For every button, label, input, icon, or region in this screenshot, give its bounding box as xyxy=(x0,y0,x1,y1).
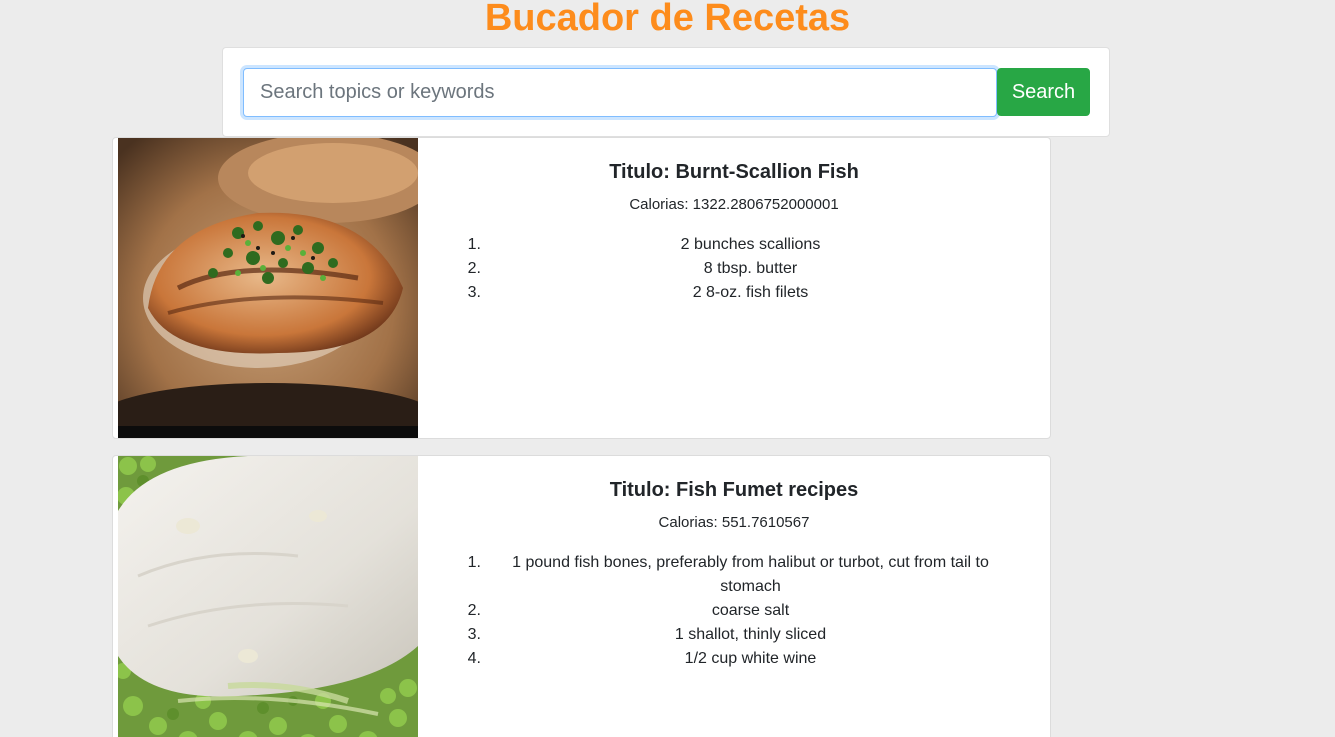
ingredient-item: 1. 2 bunches scallions xyxy=(463,233,1018,257)
ingredient-list: 1. 2 bunches scallions 2. 8 tbsp. butter 3… xyxy=(418,233,1018,305)
search-button[interactable]: Search xyxy=(997,68,1090,116)
ingredient-list: 1. 1 pound fish bones, preferably from ha… xyxy=(418,551,1018,671)
recipe-body: Titulo: Fish Fumet recipes Calorias: 551… xyxy=(418,456,1050,737)
ingredient-text: coarse salt xyxy=(711,602,790,619)
ingredient-number: 2. xyxy=(467,260,481,277)
ingredient-item: 3. 1 shallot, thinly sliced xyxy=(463,623,1018,647)
ingredient-text: 2 bunches scallions xyxy=(680,236,821,253)
ingredient-number: 2. xyxy=(467,602,481,619)
ingredient-text: 1/2 cup white wine xyxy=(684,650,817,667)
page-title: Bucador de Recetas xyxy=(484,0,851,39)
ingredient-text: 1 pound fish bones, preferably from hali… xyxy=(512,554,989,595)
ingredient-number: 3. xyxy=(467,284,481,301)
ingredient-text: 2 8-oz. fish filets xyxy=(692,284,809,301)
ingredient-number: 3. xyxy=(467,626,481,643)
ingredient-text: 1 shallot, thinly sliced xyxy=(674,626,827,643)
ingredient-item: 1. 1 pound fish bones, preferably from ha… xyxy=(463,551,1018,599)
ingredient-text: 8 tbsp. butter xyxy=(703,260,798,277)
ingredient-number: 4. xyxy=(467,650,481,667)
ingredient-number: 1. xyxy=(467,554,481,571)
recipe-image-fish-fumet xyxy=(118,456,418,737)
search-input[interactable] xyxy=(243,68,997,117)
ingredient-number: 1. xyxy=(467,236,481,253)
ingredient-item: 2. 8 tbsp. butter xyxy=(463,257,1018,281)
recipe-title: Titulo: Fish Fumet recipes xyxy=(609,479,859,501)
recipe-calories: Calorias: 1322.2806752000001 xyxy=(629,196,839,213)
search-panel: Search xyxy=(222,47,1110,137)
recipe-image-burnt-scallion-fish xyxy=(118,138,418,438)
recipe-card: Titulo: Burnt-Scallion Fish Calorias: 13… xyxy=(112,137,1051,439)
ingredient-item: 3. 2 8-oz. fish filets xyxy=(463,281,1018,305)
recipe-card: Titulo: Fish Fumet recipes Calorias: 551… xyxy=(112,455,1051,737)
recipe-body: Titulo: Burnt-Scallion Fish Calorias: 13… xyxy=(418,138,1050,438)
ingredient-item: 2. coarse salt xyxy=(463,599,1018,623)
ingredient-item: 4. 1/2 cup white wine xyxy=(463,647,1018,671)
recipe-title: Titulo: Burnt-Scallion Fish xyxy=(609,161,859,183)
recipe-calories: Calorias: 551.7610567 xyxy=(658,514,810,531)
